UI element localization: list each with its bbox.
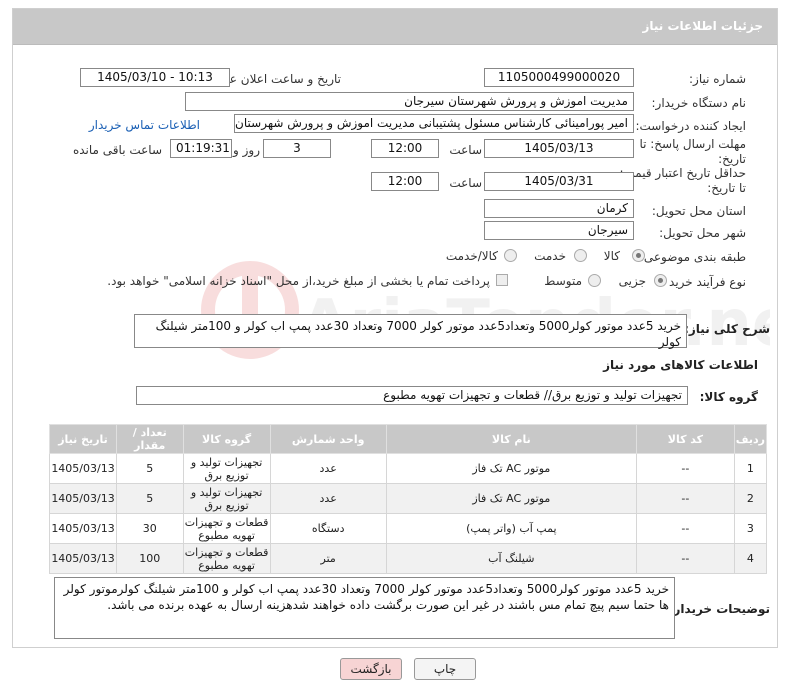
validity-time-label: ساعت: [449, 176, 482, 190]
cell-need-date: 1405/03/13: [48, 513, 118, 544]
cell-item-group: قطعات و تجهیزات تهویه مطبوع: [182, 543, 271, 574]
requester-label: ایجاد کننده درخواست:: [635, 119, 746, 133]
col-item-name: نام کالا: [385, 424, 638, 454]
validity-time-field: 12:00: [371, 172, 439, 191]
category-label: طبقه بندی موضوعی:: [639, 250, 746, 264]
cell-quantity: 100: [116, 543, 184, 574]
buyer-org-label: نام دستگاه خریدار:: [651, 96, 747, 110]
validity-label-line2: تا تاریخ:: [707, 181, 746, 195]
remaining-time-field: 01:19:31: [170, 139, 232, 158]
col-need-date: تاریخ نیاز: [48, 424, 118, 454]
cell-quantity: 5: [116, 453, 184, 484]
description-textarea: خرید 5عدد موتور کولر5000 وتعداد5عدد موتو…: [134, 314, 687, 349]
goods-group-field: تجهیزات تولید و توزیع برق// قطعات و تجهی…: [136, 386, 688, 405]
panel-header: جزئیات اطلاعات نیاز: [13, 9, 777, 45]
validity-label-line1: حداقل تاریخ اعتبار قیمت:: [619, 166, 746, 180]
process-radio-minor[interactable]: [654, 274, 667, 287]
cell-item-group: تجهیزات تولید و توزیع برق: [182, 483, 271, 514]
process-radio-medium[interactable]: [588, 274, 601, 287]
deadline-time-field: 12:00: [371, 139, 439, 158]
treasury-payment-checkbox[interactable]: [496, 274, 508, 286]
col-row-number: ردیف: [733, 424, 768, 454]
city-label: شهر محل تحویل:: [659, 226, 746, 240]
cell-unit: متر: [269, 543, 387, 574]
category-radio-goods[interactable]: [632, 249, 645, 262]
cell-quantity: 30: [116, 513, 184, 544]
cell-item-group: تجهیزات تولید و توزیع برق: [182, 453, 271, 484]
buyer-contact-link[interactable]: اطلاعات تماس خریدار: [89, 118, 200, 132]
days-label: روز و: [233, 143, 260, 157]
cell-item-name: موتور AC تک فاز: [385, 483, 638, 514]
requester-field: امیر پورامینائی کارشناس مسئول پشتیبانی م…: [234, 114, 634, 133]
cell-row-number: 1: [733, 453, 768, 484]
cell-item-code: --: [636, 453, 735, 484]
goods-section-title: اطلاعات کالاهای مورد نیاز: [603, 358, 758, 372]
validity-date-field: 1405/03/31: [484, 172, 634, 191]
category-radio-service[interactable]: [574, 249, 587, 262]
process-option-minor: جزیی: [618, 274, 646, 288]
table-row: 4 -- شیلنگ آب متر قطعات و تجهیزات تهویه …: [48, 543, 768, 574]
city-field: سیرجان: [484, 221, 634, 240]
back-button[interactable]: بازگشت: [340, 658, 402, 680]
cell-item-code: --: [636, 543, 735, 574]
deadline-time-label: ساعت: [449, 143, 482, 157]
buyer-notes-label: توضیحات خریدار:: [668, 602, 770, 616]
table-header-row: ردیف کد کالا نام کالا واحد شمارش گروه کا…: [48, 424, 768, 454]
announce-field: 1405/03/10 - 10:13: [80, 68, 230, 87]
treasury-payment-note: پرداخت تمام یا بخشی از مبلغ خرید،از محل …: [107, 274, 490, 288]
goods-table: ردیف کد کالا نام کالا واحد شمارش گروه کا…: [48, 424, 768, 574]
need-number-label: شماره نیاز:: [689, 72, 746, 86]
col-item-group: گروه کالا: [182, 424, 271, 454]
cell-quantity: 5: [116, 483, 184, 514]
remaining-label: ساعت باقی مانده: [72, 143, 162, 157]
cell-row-number: 3: [733, 513, 768, 544]
table-row: 3 -- پمپ آب (واتر پمپ) دستگاه قطعات و تج…: [48, 513, 768, 544]
cell-unit: عدد: [269, 483, 387, 514]
table-row: 2 -- موتور AC تک فاز عدد تجهیزات تولید و…: [48, 483, 768, 514]
col-unit: واحد شمارش: [269, 424, 387, 454]
cell-row-number: 2: [733, 483, 768, 514]
category-option-goods: کالا: [603, 249, 620, 263]
cell-item-code: --: [636, 483, 735, 514]
col-item-code: کد کالا: [636, 424, 735, 454]
cell-need-date: 1405/03/13: [48, 543, 118, 574]
category-option-goods-service: کالا/خدمت: [445, 249, 498, 263]
deadline-date-field: 1405/03/13: [484, 139, 634, 158]
description-label: شرح کلی نیاز:: [684, 322, 770, 336]
buyer-notes-textarea: خرید 5عدد موتور کولر5000 وتعداد5عدد موتو…: [54, 577, 675, 639]
category-radio-goods-service[interactable]: [504, 249, 517, 262]
cell-item-name: شیلنگ آب: [385, 543, 638, 574]
cell-row-number: 4: [733, 543, 768, 574]
cell-item-name: پمپ آب (واتر پمپ): [385, 513, 638, 544]
cell-item-name: موتور AC تک فاز: [385, 453, 638, 484]
province-field: کرمان: [484, 199, 634, 218]
deadline-label-line1: مهلت ارسال پاسخ: تا: [639, 137, 746, 151]
deadline-label-line2: تاریخ:: [718, 152, 746, 166]
days-field: 3: [263, 139, 331, 158]
cell-unit: عدد: [269, 453, 387, 484]
cell-need-date: 1405/03/13: [48, 483, 118, 514]
province-label: استان محل تحویل:: [651, 204, 746, 218]
cell-item-group: قطعات و تجهیزات تهویه مطبوع: [182, 513, 271, 544]
goods-group-label: گروه کالا:: [699, 390, 758, 404]
cell-item-code: --: [636, 513, 735, 544]
buyer-org-field: مدیریت اموزش و پرورش شهرستان سیرجان: [185, 92, 634, 111]
cell-unit: دستگاه: [269, 513, 387, 544]
process-label: نوع فرآیند خرید :: [661, 275, 746, 289]
panel-title: جزئیات اطلاعات نیاز: [642, 19, 763, 33]
print-button[interactable]: چاپ: [414, 658, 476, 680]
col-quantity: تعداد / مقدار: [116, 424, 184, 454]
cell-need-date: 1405/03/13: [48, 453, 118, 484]
category-option-service: خدمت: [534, 249, 566, 263]
need-number-field: 1105000499000020: [484, 68, 634, 87]
process-option-medium: متوسط: [544, 274, 582, 288]
table-row: 1 -- موتور AC تک فاز عدد تجهیزات تولید و…: [48, 453, 768, 484]
